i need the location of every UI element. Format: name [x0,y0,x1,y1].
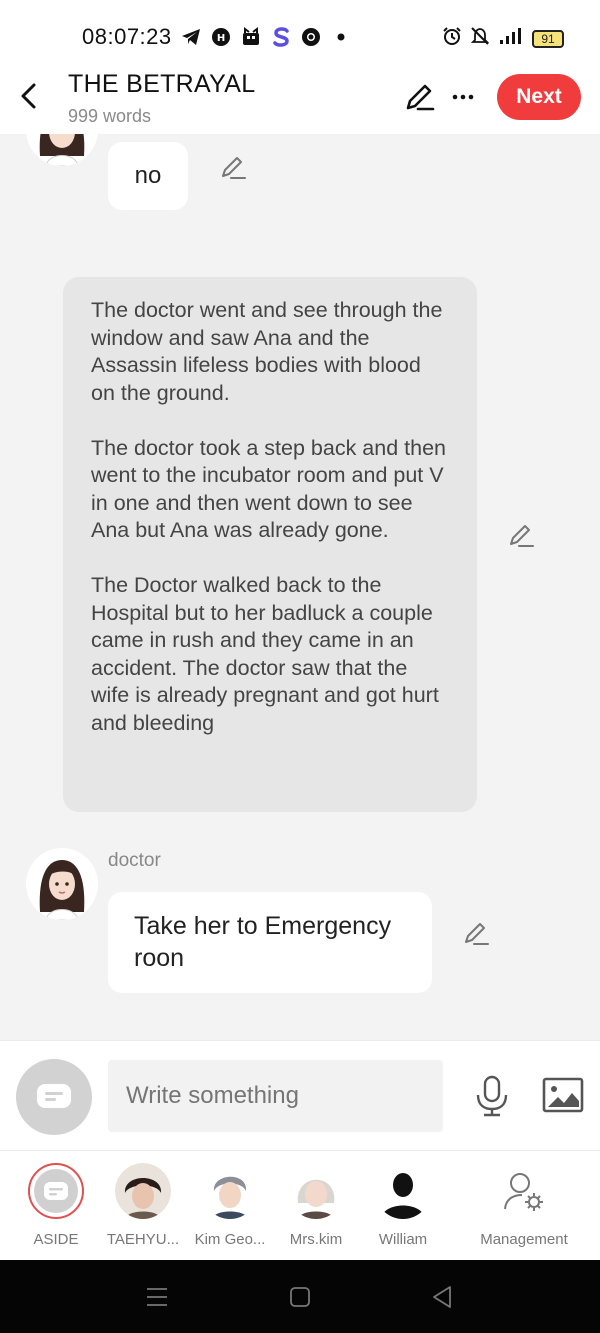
back-button[interactable] [12,78,44,114]
story-header: THE BETRAYAL 999 words Next [0,60,600,134]
avatar[interactable] [26,134,98,166]
mute-icon [470,26,490,51]
pencil-icon [222,157,246,179]
next-button[interactable]: Next [497,74,581,120]
composer-bar [0,1040,600,1150]
back-nav-button[interactable] [430,1284,456,1310]
chat-bubble-icon [34,1169,78,1213]
pencil-icon [406,84,435,111]
edit-message-button[interactable] [462,920,490,948]
management-icon [496,1163,552,1219]
character-william[interactable]: William [358,1163,448,1248]
microphone-button[interactable] [474,1075,510,1117]
character-label: Management [480,1231,568,1248]
chevron-left-icon [21,83,36,109]
pencil-icon [510,525,534,547]
chat-bubble-icon [37,1084,71,1108]
chrome-icon [300,26,322,48]
more-options-button[interactable] [448,82,478,112]
character-aside[interactable]: ASIDE [11,1163,101,1248]
character-bar: ASIDE TAEHYU... Kim Geo... Mrs.kim Willi… [0,1150,600,1260]
character-label: William [378,1231,428,1248]
dialogue-bubble[interactable]: no [108,142,188,210]
more-icon [452,94,474,100]
chat-area[interactable]: no The doctor went and see through the w… [0,134,600,1040]
avatar [288,1163,344,1219]
telegram-icon [180,26,202,48]
home-icon [290,1287,310,1307]
pencil-icon [465,923,489,945]
message-input[interactable] [108,1060,443,1132]
dot-icon [330,26,352,48]
s-icon [270,26,292,48]
dialogue-bubble[interactable]: Take her to Emergency roon [108,892,432,993]
recent-apps-button[interactable] [145,1284,171,1310]
svg-text:H: H [217,33,225,44]
gift-icon [240,26,262,48]
avatar [202,1163,258,1219]
speaker-name: doctor [108,850,161,871]
character-label: TAEHYU... [106,1231,180,1248]
avatar [375,1163,431,1219]
notification-icons: H [180,26,352,48]
aside-toggle-button[interactable] [16,1059,92,1135]
home-button[interactable] [288,1284,314,1310]
management-button[interactable]: Management [479,1163,569,1248]
image-icon [542,1077,584,1113]
narration-block[interactable]: The doctor went and see through the wind… [63,277,477,812]
status-time: 08:07:23 [82,24,172,49]
triangle-back-icon [433,1286,451,1308]
system-nav-bar [0,1260,600,1333]
hi-icon: H [210,26,232,48]
message-text: Take her to Emergency roon [134,912,392,972]
system-icons: 91 [442,26,564,51]
word-count: 999 words [68,106,152,126]
avatar [115,1163,171,1219]
character-label: ASIDE [33,1231,79,1248]
alarm-icon [442,26,462,51]
message-text: no [134,162,162,189]
battery-icon: 91 [532,29,564,48]
character-kim-geo[interactable]: Kim Geo... [185,1163,275,1248]
avatar[interactable] [26,848,98,920]
microphone-icon [476,1075,508,1117]
character-taehyung[interactable]: TAEHYU... [98,1163,188,1248]
edit-message-button[interactable] [219,154,247,182]
edit-message-button[interactable] [507,522,535,550]
signal-icon [498,26,524,51]
edit-title-button[interactable] [402,80,436,114]
aside-avatar [28,1163,84,1219]
character-label: Kim Geo... [194,1231,266,1248]
story-title: THE BETRAYAL [68,70,256,98]
character-mrs-kim[interactable]: Mrs.kim [271,1163,361,1248]
image-button[interactable] [542,1077,584,1113]
menu-icon [147,1288,167,1306]
character-label: Mrs.kim [289,1231,343,1248]
